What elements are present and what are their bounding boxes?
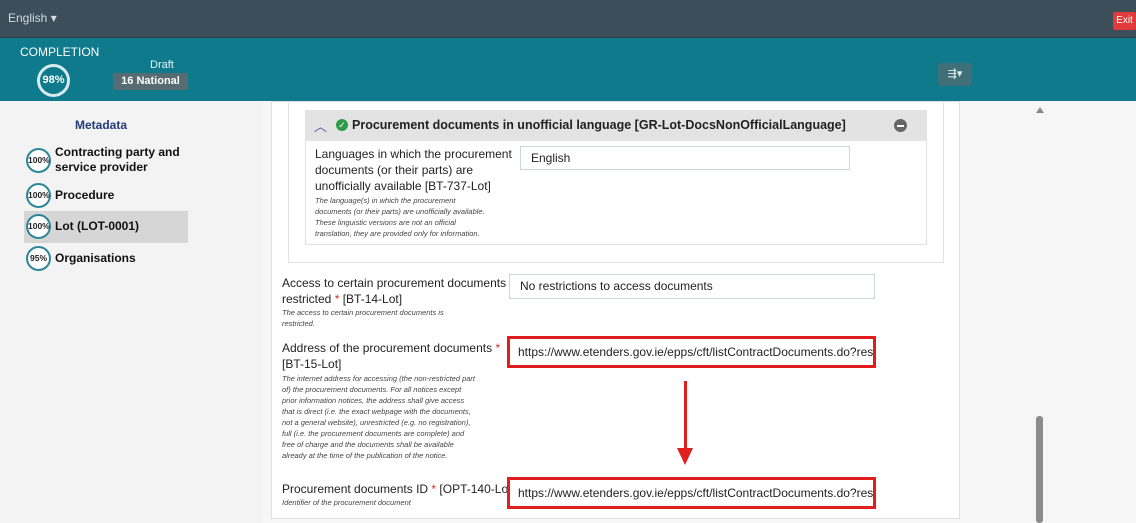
sidebar-item-organisations[interactable]: 95% Organisations xyxy=(24,246,188,272)
scroll-up-icon[interactable] xyxy=(1036,107,1044,113)
annotation-arrow-line xyxy=(684,381,687,449)
completion-label: COMPLETION xyxy=(20,45,100,59)
sidebar-item-label: Lot (LOT-0001) xyxy=(55,219,140,233)
section-sidebar: Metadata 100% Contracting party and serv… xyxy=(0,101,263,523)
docs-id-field-hint: Identifier of the procurement document xyxy=(282,498,411,507)
restricted-field-label: Access to certain procurement documents … xyxy=(282,276,519,306)
sidebar-item-label: Procedure xyxy=(55,188,115,202)
scrollbar[interactable] xyxy=(1034,101,1045,523)
completion-gauge: 98% xyxy=(37,64,70,97)
top-bar: English ▾ Exit xyxy=(0,0,1136,38)
completion-percent: 98% xyxy=(42,74,65,86)
languages-field-label: Languages in which the procurement docum… xyxy=(315,147,512,193)
right-gutter xyxy=(976,101,1136,523)
sidebar-item-label: Contracting party and service provider xyxy=(55,145,180,174)
sidebar-item-label: Organisations xyxy=(55,251,136,265)
scrollbar-thumb[interactable] xyxy=(1036,416,1043,523)
sidebar-item-lot[interactable]: 100% Lot (LOT-0001) xyxy=(24,211,188,243)
address-field-hint: The internet address for accessing (the … xyxy=(282,374,476,460)
check-circle-icon: ✓ xyxy=(336,119,348,131)
status-label: Draft xyxy=(150,59,174,71)
chevron-up-icon[interactable]: ︿ xyxy=(314,116,327,135)
languages-field-hint: The language(s) in which the procurement… xyxy=(315,196,485,238)
accordion-title: Procurement documents in unofficial lang… xyxy=(352,118,846,132)
sidebar-item-metadata[interactable]: Metadata xyxy=(75,118,127,132)
completion-header: COMPLETION 98% Draft 16 National ⇶▾ xyxy=(0,38,1136,101)
sidebar-item-contracting-party[interactable]: 100% Contracting party and service provi… xyxy=(24,143,188,179)
accordion-body: Languages in which the procurement docum… xyxy=(305,141,927,245)
progress-badge: 95% xyxy=(26,246,51,271)
remove-icon[interactable] xyxy=(894,119,907,132)
restricted-field-hint: The access to certain procurement docume… xyxy=(282,308,444,328)
sliders-icon[interactable]: ⇶▾ xyxy=(938,63,972,86)
notice-type-badge: 16 National xyxy=(113,73,188,90)
address-input[interactable]: https://www.etenders.gov.ie/epps/cft/lis… xyxy=(507,336,876,368)
restricted-access-select[interactable]: No restrictions to access documents xyxy=(509,274,875,299)
progress-badge: 100% xyxy=(26,214,51,239)
exit-button[interactable]: Exit xyxy=(1113,12,1136,30)
languages-input[interactable]: English xyxy=(520,146,850,170)
sidebar-item-procedure[interactable]: 100% Procedure xyxy=(24,183,188,209)
progress-badge: 100% xyxy=(26,148,51,173)
docs-id-input[interactable]: https://www.etenders.gov.ie/epps/cft/lis… xyxy=(507,477,876,509)
docs-id-field-label: Procurement documents ID * [OPT-140-Lot] xyxy=(282,482,515,496)
annotation-arrow-head xyxy=(677,448,693,465)
accordion-header[interactable]: ︿ ✓ Procurement documents in unofficial … xyxy=(305,110,927,141)
address-field-label: Address of the procurement documents * [… xyxy=(282,341,501,371)
progress-badge: 100% xyxy=(26,183,51,208)
language-dropdown[interactable]: English ▾ xyxy=(8,11,57,25)
